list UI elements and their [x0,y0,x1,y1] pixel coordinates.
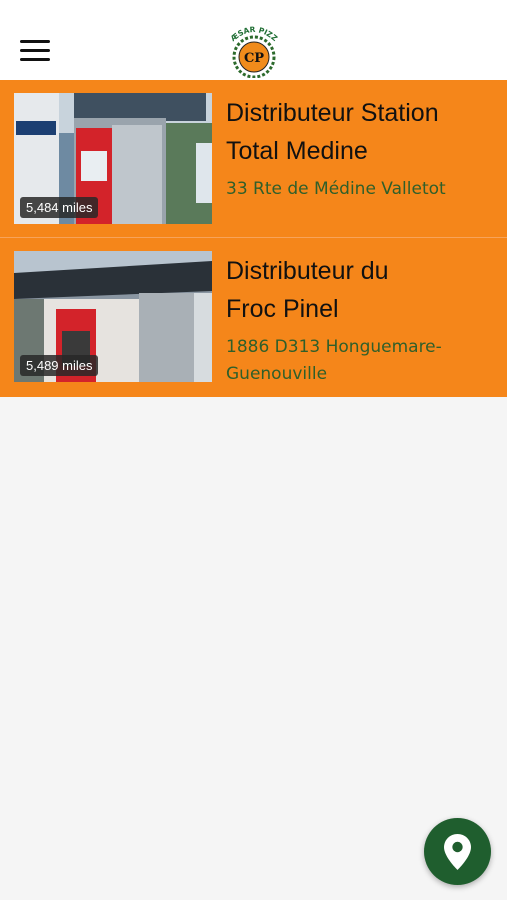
distributor-address: 33 Rte de Médine Valletot [226,179,446,199]
caesar-pizza-logo: CP CÆSAR PIZZA [224,19,281,79]
distributor-list: 5,484 miles Distributeur Station Total M… [0,80,507,397]
distributor-card[interactable]: 5,484 miles Distributeur Station Total M… [0,80,507,238]
distance-badge: 5,489 miles [20,355,99,376]
svg-text:CP: CP [244,51,264,66]
distributor-photo: 5,484 miles [14,93,212,224]
hamburger-menu-icon[interactable] [20,40,50,64]
top-bar: CP CÆSAR PIZZA [0,0,507,80]
logo-wordmark: CÆSAR PIZZA [224,19,280,43]
distributor-photo: 5,489 miles [14,251,212,382]
logo-emblem: CP CÆSAR PIZZA [224,19,280,79]
svg-text:CÆSAR PIZZA: CÆSAR PIZZA [227,26,280,43]
distributor-title: Distributeur du Froc Pinel [226,257,389,323]
app-screen: CP CÆSAR PIZZA [0,0,507,900]
distributor-card[interactable]: 5,489 miles Distributeur du Froc Pinel 1… [0,238,507,397]
distance-badge: 5,484 miles [20,197,99,218]
map-pin-icon [444,834,471,870]
map-button[interactable] [424,818,491,885]
distributor-address: 1886 D313 Honguemare- Guenouville [226,337,442,384]
distributor-title: Distributeur Station Total Medine [226,99,439,165]
